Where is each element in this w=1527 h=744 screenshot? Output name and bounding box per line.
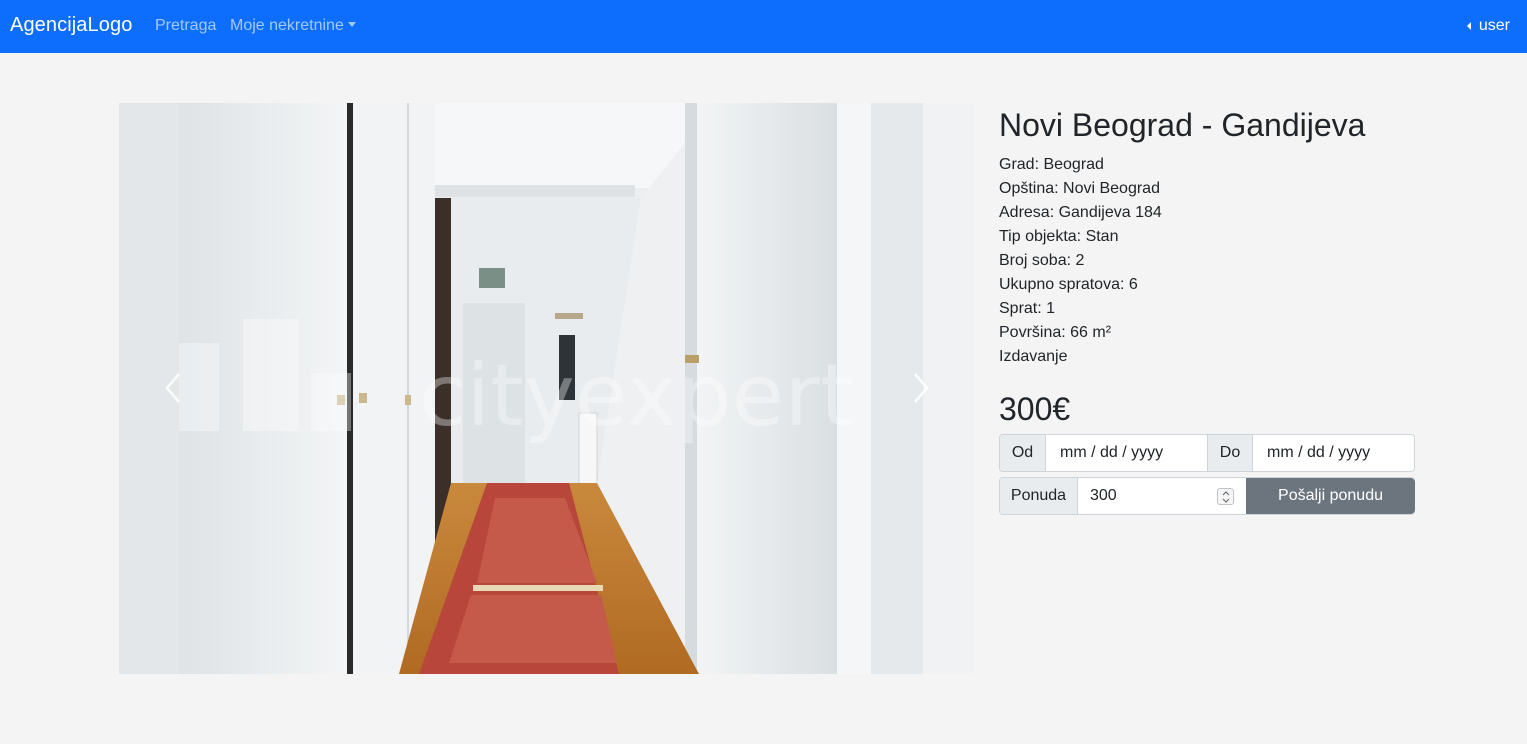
number-spinner[interactable] <box>1217 488 1234 505</box>
info-total-floors: Ukupno spratova: 6 <box>999 276 1138 293</box>
caret-left-icon <box>1466 22 1471 30</box>
offer-group: Ponuda 300 Pošalji ponudu <box>999 477 1415 515</box>
property-info-list: Grad: Beograd Opština: Novi Beograd Adre… <box>999 153 1415 369</box>
offer-label: Ponuda <box>1000 478 1078 514</box>
chevron-left-icon <box>165 373 180 403</box>
info-property-type: Tip objekta: Stan <box>999 228 1119 245</box>
caret-down-icon <box>347 22 356 27</box>
property-price: 300€ <box>999 391 1071 427</box>
spinner-down-icon[interactable] <box>1222 498 1230 503</box>
property-details: Novi Beograd - Gandijeva Grad: Beograd O… <box>999 103 1415 515</box>
info-area: Površina: 66 m² <box>999 324 1112 341</box>
info-rooms: Broj soba: 2 <box>999 252 1085 269</box>
date-range-group: Od mm / dd / yyyy Do mm / dd / yyyy <box>999 434 1415 472</box>
user-label: user <box>1478 17 1510 34</box>
from-date-label: Od <box>1000 435 1046 471</box>
from-date-input[interactable]: mm / dd / yyyy <box>1046 435 1207 471</box>
info-listing-type: Izdavanje <box>999 348 1068 365</box>
nav-link-search[interactable]: Pretraga <box>155 17 216 35</box>
send-offer-button[interactable]: Pošalji ponudu <box>1246 478 1415 514</box>
offer-amount-input[interactable]: 300 <box>1078 478 1246 514</box>
brand-logo[interactable]: AgencijaLogo <box>10 14 132 37</box>
property-title: Novi Beograd - Gandijeva <box>999 107 1366 143</box>
carousel-previous-button[interactable] <box>153 353 193 423</box>
carousel-next-button[interactable] <box>901 353 941 423</box>
spinner-up-icon[interactable] <box>1222 490 1230 496</box>
info-municipality: Opština: Novi Beograd <box>999 180 1160 197</box>
user-dropdown[interactable]: user <box>1466 17 1510 35</box>
property-photo: cityexpert <box>119 103 975 674</box>
chevron-right-icon <box>914 373 929 403</box>
property-photo-carousel: cityexpert <box>119 103 975 674</box>
info-city: Grad: Beograd <box>999 156 1104 173</box>
to-date-input[interactable]: mm / dd / yyyy <box>1253 435 1414 471</box>
nav-dropdown-label: Moje nekretnine <box>230 17 344 34</box>
top-navbar: AgencijaLogo Pretraga Moje nekretnine us… <box>0 0 1527 53</box>
offer-amount-value: 300 <box>1090 487 1117 504</box>
info-floor: Sprat: 1 <box>999 300 1056 317</box>
nav-dropdown-my-properties[interactable]: Moje nekretnine <box>230 17 356 35</box>
photo-watermark: cityexpert <box>419 346 854 446</box>
info-address: Adresa: Gandijeva 184 <box>999 204 1162 221</box>
to-date-label: Do <box>1207 435 1253 471</box>
